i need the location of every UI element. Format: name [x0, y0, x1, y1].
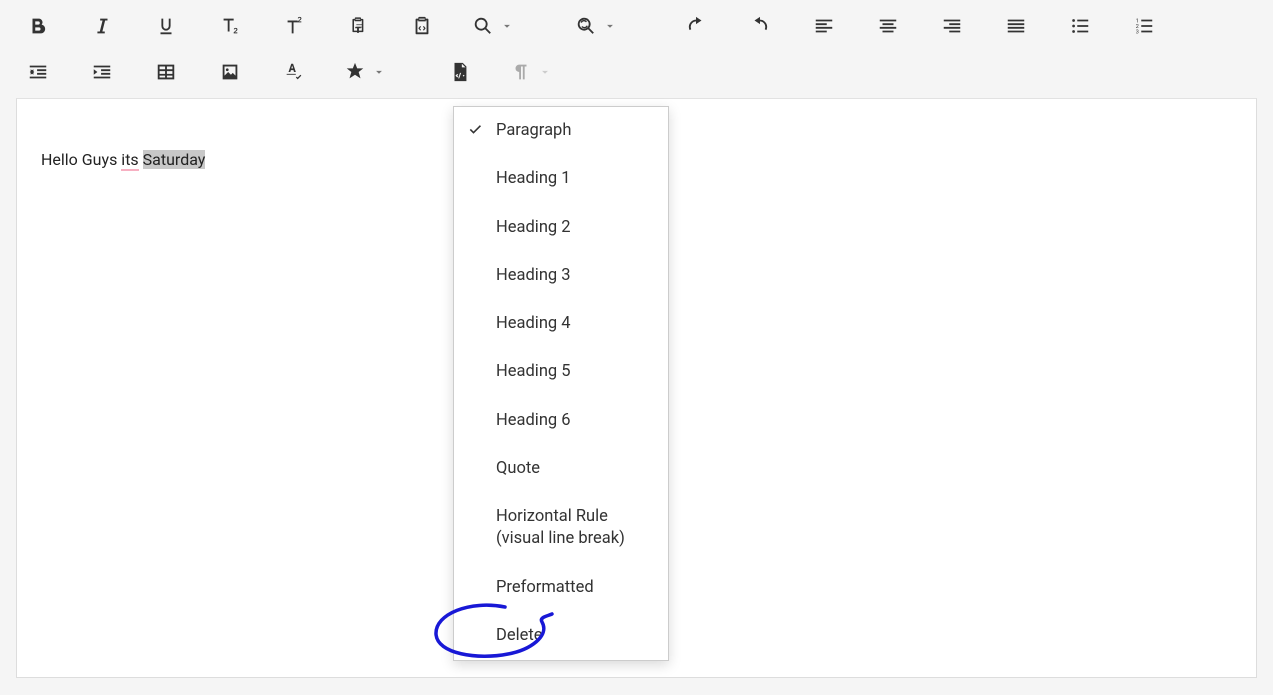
- spellcheck-button[interactable]: [270, 52, 318, 92]
- code-block-button[interactable]: [436, 52, 484, 92]
- image-button[interactable]: [206, 52, 254, 92]
- paste-text-button[interactable]: [334, 6, 382, 46]
- format-option-label: Heading 3: [496, 266, 571, 285]
- content-text-spellerror: its: [121, 150, 138, 171]
- bold-button[interactable]: [14, 6, 62, 46]
- numbered-list-button[interactable]: 123: [1120, 6, 1168, 46]
- format-option-delete[interactable]: Delete: [454, 612, 668, 660]
- find-button[interactable]: [462, 6, 524, 46]
- underline-button[interactable]: [142, 6, 190, 46]
- format-option-heading-1[interactable]: Heading 1: [454, 155, 668, 203]
- format-option-label: Heading 1: [496, 169, 571, 188]
- format-option-label: Preformatted: [496, 578, 594, 597]
- table-button[interactable]: [142, 52, 190, 92]
- align-right-button[interactable]: [928, 6, 976, 46]
- find-replace-button[interactable]: [560, 6, 632, 46]
- format-dropdown[interactable]: Paragraph Heading 1 Heading 2 Heading 3 Head…: [453, 106, 669, 661]
- align-center-button[interactable]: [864, 6, 912, 46]
- format-option-label: Heading 6: [496, 411, 571, 430]
- toolbar-row-2: [14, 52, 1259, 92]
- outdent-button[interactable]: [14, 52, 62, 92]
- content-text-selection: Saturday: [143, 150, 206, 169]
- italic-button[interactable]: [78, 6, 126, 46]
- format-option-quote[interactable]: Quote: [454, 445, 668, 493]
- format-option-label: Delete: [496, 626, 543, 645]
- indent-button[interactable]: [78, 52, 126, 92]
- format-option-horizontal-rule-visual-line-break-[interactable]: Horizontal Rule (visual line break): [454, 493, 668, 564]
- format-option-heading-5[interactable]: Heading 5: [454, 348, 668, 396]
- toolbar: 123: [0, 0, 1273, 98]
- paragraph-marks-button[interactable]: [500, 52, 562, 92]
- superscript-button[interactable]: [270, 6, 318, 46]
- format-option-heading-2[interactable]: Heading 2: [454, 204, 668, 252]
- undo-button[interactable]: [672, 6, 720, 46]
- special-characters-button[interactable]: [334, 52, 396, 92]
- format-option-label: Heading 2: [496, 218, 571, 237]
- format-option-paragraph[interactable]: Paragraph: [454, 107, 668, 155]
- justify-button[interactable]: [992, 6, 1040, 46]
- bullet-list-button[interactable]: [1056, 6, 1104, 46]
- subscript-button[interactable]: [206, 6, 254, 46]
- format-option-heading-3[interactable]: Heading 3: [454, 252, 668, 300]
- toolbar-row-1: 123: [14, 6, 1259, 46]
- paste-code-button[interactable]: [398, 6, 446, 46]
- format-option-label: Heading 5: [496, 362, 571, 381]
- format-option-label: Horizontal Rule (visual line break): [496, 507, 625, 548]
- align-left-button[interactable]: [800, 6, 848, 46]
- format-option-preformatted[interactable]: Preformatted: [454, 564, 668, 612]
- content-text-plain: Hello Guys: [41, 150, 121, 169]
- format-option-heading-4[interactable]: Heading 4: [454, 300, 668, 348]
- svg-text:3: 3: [1136, 29, 1139, 35]
- format-option-label: Heading 4: [496, 314, 571, 333]
- format-option-label: Paragraph: [496, 121, 571, 140]
- format-option-label: Quote: [496, 459, 540, 478]
- redo-button[interactable]: [736, 6, 784, 46]
- format-option-heading-6[interactable]: Heading 6: [454, 397, 668, 445]
- check-icon: [466, 121, 484, 139]
